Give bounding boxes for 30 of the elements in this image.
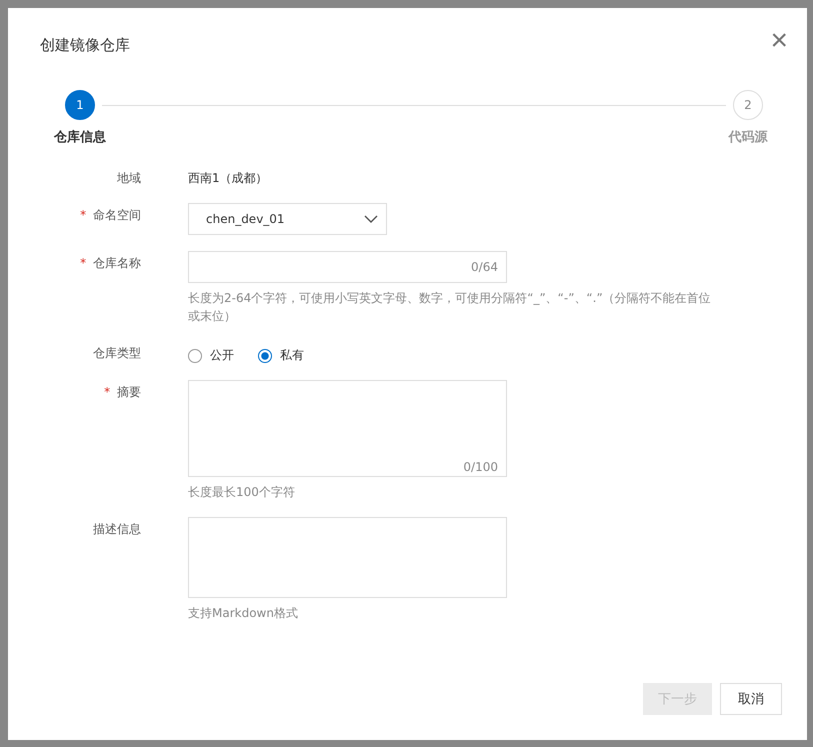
required-mark: *: [80, 208, 86, 222]
char-counter: 0/64: [471, 260, 498, 274]
hint-text: 支持Markdown格式: [188, 605, 299, 622]
hint-text: 长度最长100个字符: [188, 484, 296, 501]
step-label: 仓库信息: [54, 128, 106, 146]
step-number: 2: [733, 90, 763, 120]
required-mark: *: [104, 385, 110, 399]
text-area[interactable]: 0/100: [188, 380, 507, 477]
field-label: 命名空间: [93, 208, 141, 222]
close-button[interactable]: ×: [770, 26, 788, 56]
field-label: 摘要: [117, 385, 141, 399]
dialog-title: 创建镜像仓库: [40, 36, 130, 54]
hint-text: 长度为2-64个字符，可使用小写英文字母、数字，可使用分隔符“_”、“-”、“.”（分隔符不能在首位或末位）: [188, 290, 712, 325]
step-label: 代码源: [728, 129, 768, 146]
radio-button[interactable]: [188, 348, 202, 362]
radio-label: 私有: [280, 347, 304, 364]
cancel-button[interactable]: 取消: [720, 683, 782, 715]
field-label: 地域: [117, 171, 141, 185]
radio-label: 公开: [210, 347, 234, 364]
required-mark: *: [80, 256, 86, 270]
chevron-down-icon: [364, 215, 378, 223]
char-counter: 0/100: [463, 460, 498, 474]
field-label: 仓库类型: [93, 346, 141, 360]
radio-button[interactable]: [258, 348, 272, 362]
field-label: 描述信息: [93, 522, 141, 536]
region-value: 西南1（成都）: [188, 170, 268, 187]
field-label: 仓库名称: [93, 256, 141, 270]
input-field[interactable]: 0/64: [188, 251, 507, 283]
namespace-select[interactable]: chen_dev_01: [188, 203, 387, 235]
step-number: 1: [65, 90, 95, 120]
